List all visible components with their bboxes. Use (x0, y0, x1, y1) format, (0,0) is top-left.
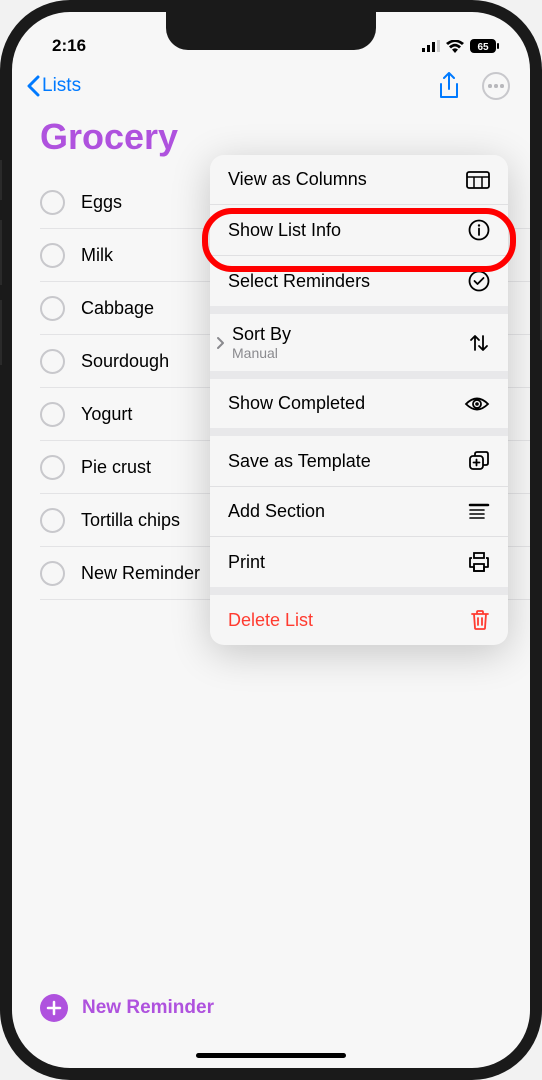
menu-print[interactable]: Print (210, 537, 508, 595)
menu-save-template[interactable]: Save as Template (210, 436, 508, 487)
info-icon (468, 219, 490, 241)
menu-sublabel: Manual (232, 345, 291, 361)
menu-label: View as Columns (228, 169, 367, 190)
reminder-text: Milk (81, 245, 113, 266)
columns-icon (466, 171, 490, 189)
new-reminder-button[interactable]: New Reminder (12, 978, 530, 1038)
reminder-text: New Reminder (81, 563, 200, 584)
menu-label: Sort By (232, 324, 291, 345)
nav-bar: Lists (12, 62, 530, 108)
chevron-right-icon (214, 335, 226, 351)
back-button[interactable]: Lists (26, 75, 81, 97)
menu-label: Delete List (228, 610, 313, 631)
reminder-checkbox[interactable] (40, 455, 65, 480)
menu-label: Show Completed (228, 393, 365, 414)
new-reminder-label: New Reminder (82, 997, 214, 1019)
menu-show-list-info[interactable]: Show List Info (210, 205, 508, 256)
menu-show-completed[interactable]: Show Completed (210, 379, 508, 436)
more-button[interactable] (482, 72, 510, 100)
menu-label: Select Reminders (228, 271, 370, 292)
print-icon (468, 551, 490, 573)
menu-delete-list[interactable]: Delete List (210, 595, 508, 645)
section-icon (468, 502, 490, 522)
reminder-text: Tortilla chips (81, 510, 180, 531)
reminder-checkbox[interactable] (40, 561, 65, 586)
duplicate-icon (468, 450, 490, 472)
battery-icon: 65 (470, 39, 500, 53)
sort-icon (468, 332, 490, 354)
reminder-checkbox[interactable] (40, 402, 65, 427)
reminder-text: Eggs (81, 192, 122, 213)
menu-label: Show List Info (228, 220, 341, 241)
svg-text:65: 65 (477, 42, 489, 53)
status-time: 2:16 (52, 36, 86, 56)
menu-sort-by[interactable]: Sort By Manual (210, 314, 508, 379)
menu-label: Save as Template (228, 451, 371, 472)
reminder-text: Sourdough (81, 351, 169, 372)
reminder-checkbox[interactable] (40, 296, 65, 321)
reminder-text: Cabbage (81, 298, 154, 319)
context-menu: View as Columns Show List Info Select Re… (210, 155, 508, 645)
reminder-checkbox[interactable] (40, 190, 65, 215)
home-indicator[interactable] (196, 1053, 346, 1058)
menu-label: Print (228, 552, 265, 573)
cellular-icon (422, 40, 440, 52)
eye-icon (464, 395, 490, 413)
back-label: Lists (42, 75, 81, 97)
reminder-checkbox[interactable] (40, 508, 65, 533)
reminder-checkbox[interactable] (40, 243, 65, 268)
plus-icon (40, 994, 68, 1022)
chevron-left-icon (26, 75, 40, 97)
reminder-text: Pie crust (81, 457, 151, 478)
menu-select-reminders[interactable]: Select Reminders (210, 256, 508, 314)
wifi-icon (446, 40, 464, 53)
check-circle-icon (468, 270, 490, 292)
menu-label: Add Section (228, 501, 325, 522)
reminder-text: Yogurt (81, 404, 132, 425)
trash-icon (470, 609, 490, 631)
share-icon[interactable] (438, 72, 460, 100)
reminder-checkbox[interactable] (40, 349, 65, 374)
menu-add-section[interactable]: Add Section (210, 487, 508, 537)
menu-view-columns[interactable]: View as Columns (210, 155, 508, 205)
status-icons: 65 (422, 39, 500, 53)
